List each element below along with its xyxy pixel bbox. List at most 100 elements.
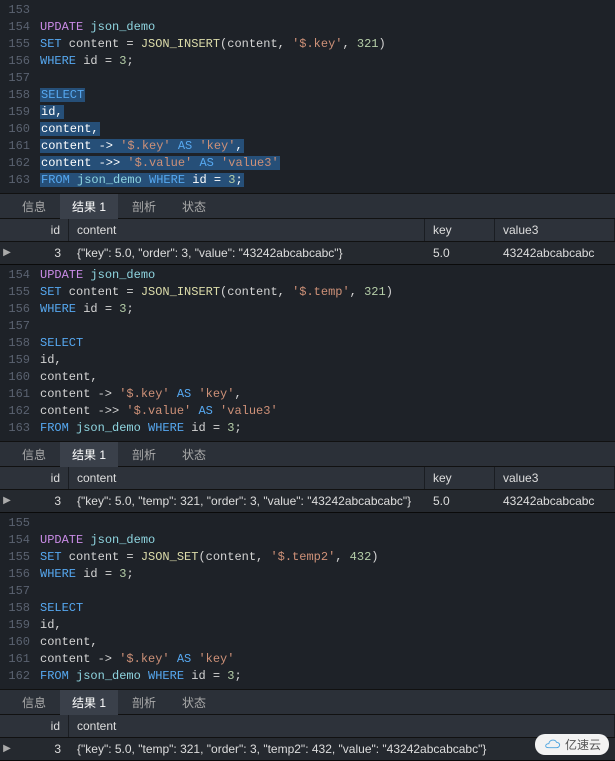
code-line[interactable]: 158SELECT xyxy=(0,87,615,104)
column-header-key[interactable]: key xyxy=(425,219,495,241)
tab-profile[interactable]: 剖析 xyxy=(120,194,168,219)
tab-info[interactable]: 信息 xyxy=(10,442,58,467)
code-line[interactable]: 159id, xyxy=(0,617,615,634)
code-text: content ->> '$.value' AS 'value3' xyxy=(40,155,615,172)
line-number: 156 xyxy=(0,301,40,318)
code-line[interactable]: 163FROM json_demo WHERE id = 3; xyxy=(0,420,615,437)
code-line[interactable]: 153 xyxy=(0,2,615,19)
code-editor[interactable]: 155154UPDATE json_demo155SET content = J… xyxy=(0,513,615,689)
code-line[interactable]: 158SELECT xyxy=(0,335,615,352)
tab-profile[interactable]: 剖析 xyxy=(120,690,168,715)
tab-info[interactable]: 信息 xyxy=(10,194,58,219)
code-line[interactable]: 158SELECT xyxy=(0,600,615,617)
tab-result1[interactable]: 结果 1 xyxy=(60,690,118,715)
code-line[interactable]: 161content -> '$.key' AS 'key', xyxy=(0,138,615,155)
tab-status[interactable]: 状态 xyxy=(170,442,218,467)
code-line[interactable]: 154UPDATE json_demo xyxy=(0,267,615,284)
code-line[interactable]: 155SET content = JSON_SET(content, '$.te… xyxy=(0,549,615,566)
line-number: 160 xyxy=(0,369,40,386)
code-line[interactable]: 157 xyxy=(0,318,615,335)
line-number: 157 xyxy=(0,318,40,335)
code-line[interactable]: 161content -> '$.key' AS 'key' xyxy=(0,651,615,668)
code-text: WHERE id = 3; xyxy=(40,53,615,70)
line-number: 161 xyxy=(0,386,40,403)
code-line[interactable]: 155SET content = JSON_INSERT(content, '$… xyxy=(0,36,615,53)
code-line[interactable]: 156WHERE id = 3; xyxy=(0,53,615,70)
code-line[interactable]: 157 xyxy=(0,583,615,600)
code-text xyxy=(40,583,615,600)
line-number: 155 xyxy=(0,284,40,301)
result-grid[interactable]: idcontent▶3{"key": 5.0, "temp": 321, "or… xyxy=(0,715,615,760)
code-line[interactable]: 160content, xyxy=(0,634,615,651)
code-line[interactable]: 160content, xyxy=(0,121,615,138)
column-header-content[interactable]: content xyxy=(69,219,425,241)
cell-content[interactable]: {"key": 5.0, "order": 3, "value": "43242… xyxy=(69,242,425,264)
code-editor[interactable]: 153154UPDATE json_demo155SET content = J… xyxy=(0,0,615,193)
code-line[interactable]: 162FROM json_demo WHERE id = 3; xyxy=(0,668,615,685)
line-number: 163 xyxy=(0,420,40,437)
column-header-id[interactable]: id xyxy=(14,219,69,241)
code-text: content, xyxy=(40,369,615,386)
line-number: 159 xyxy=(0,352,40,369)
code-text xyxy=(40,70,615,87)
table-row[interactable]: ▶3{"key": 5.0, "temp": 321, "order": 3, … xyxy=(0,738,615,760)
column-header-id[interactable]: id xyxy=(14,467,69,489)
result-grid[interactable]: idcontentkeyvalue3▶3{"key": 5.0, "order"… xyxy=(0,219,615,264)
code-line[interactable]: 161content -> '$.key' AS 'key', xyxy=(0,386,615,403)
code-line[interactable]: 163FROM json_demo WHERE id = 3; xyxy=(0,172,615,189)
tab-profile[interactable]: 剖析 xyxy=(120,442,168,467)
cell-content[interactable]: {"key": 5.0, "temp": 321, "order": 3, "v… xyxy=(69,490,425,512)
cell-key[interactable]: 5.0 xyxy=(425,242,495,264)
cell-key[interactable]: 5.0 xyxy=(425,490,495,512)
column-header-key[interactable]: key xyxy=(425,467,495,489)
tab-result1[interactable]: 结果 1 xyxy=(60,442,118,467)
code-line[interactable]: 155 xyxy=(0,515,615,532)
line-number: 159 xyxy=(0,617,40,634)
cell-value3[interactable]: 43242abcabcabc xyxy=(495,242,615,264)
code-line[interactable]: 159id, xyxy=(0,104,615,121)
code-line[interactable]: 154UPDATE json_demo xyxy=(0,19,615,36)
tab-info[interactable]: 信息 xyxy=(10,690,58,715)
table-row[interactable]: ▶3{"key": 5.0, "order": 3, "value": "432… xyxy=(0,242,615,264)
code-line[interactable]: 159id, xyxy=(0,352,615,369)
column-header-id[interactable]: id xyxy=(14,715,69,737)
tab-result1[interactable]: 结果 1 xyxy=(60,194,118,219)
code-line[interactable]: 154UPDATE json_demo xyxy=(0,532,615,549)
line-number: 161 xyxy=(0,138,40,155)
code-line[interactable]: 162content ->> '$.value' AS 'value3' xyxy=(0,155,615,172)
column-header-value3[interactable]: value3 xyxy=(495,467,615,489)
code-text: id, xyxy=(40,104,615,121)
tab-status[interactable]: 状态 xyxy=(170,690,218,715)
table-row[interactable]: ▶3{"key": 5.0, "temp": 321, "order": 3, … xyxy=(0,490,615,512)
row-indicator-icon: ▶ xyxy=(0,247,14,259)
cell-content[interactable]: {"key": 5.0, "temp": 321, "order": 3, "t… xyxy=(69,738,615,760)
line-number: 155 xyxy=(0,36,40,53)
code-text xyxy=(40,2,615,19)
column-header-value3[interactable]: value3 xyxy=(495,219,615,241)
line-number: 162 xyxy=(0,668,40,685)
column-header-content[interactable]: content xyxy=(69,715,615,737)
cell-value3[interactable]: 43242abcabcabc xyxy=(495,490,615,512)
line-number: 160 xyxy=(0,121,40,138)
code-text: content -> '$.key' AS 'key', xyxy=(40,386,615,403)
code-line[interactable]: 160content, xyxy=(0,369,615,386)
code-editor[interactable]: 154UPDATE json_demo155SET content = JSON… xyxy=(0,265,615,441)
cell-id[interactable]: 3 xyxy=(14,738,69,760)
code-text: WHERE id = 3; xyxy=(40,566,615,583)
code-text: SET content = JSON_INSERT(content, '$.ke… xyxy=(40,36,615,53)
editor-panel: 155154UPDATE json_demo155SET content = J… xyxy=(0,513,615,761)
code-line[interactable]: 155SET content = JSON_INSERT(content, '$… xyxy=(0,284,615,301)
tab-status[interactable]: 状态 xyxy=(170,194,218,219)
code-line[interactable]: 162content ->> '$.value' AS 'value3' xyxy=(0,403,615,420)
line-number: 163 xyxy=(0,172,40,189)
code-line[interactable]: 156WHERE id = 3; xyxy=(0,566,615,583)
line-number: 154 xyxy=(0,267,40,284)
cell-id[interactable]: 3 xyxy=(14,490,69,512)
cell-id[interactable]: 3 xyxy=(14,242,69,264)
code-text: content -> '$.key' AS 'key' xyxy=(40,651,615,668)
cloud-icon xyxy=(543,739,561,751)
code-line[interactable]: 156WHERE id = 3; xyxy=(0,301,615,318)
code-line[interactable]: 157 xyxy=(0,70,615,87)
result-grid[interactable]: idcontentkeyvalue3▶3{"key": 5.0, "temp":… xyxy=(0,467,615,512)
column-header-content[interactable]: content xyxy=(69,467,425,489)
